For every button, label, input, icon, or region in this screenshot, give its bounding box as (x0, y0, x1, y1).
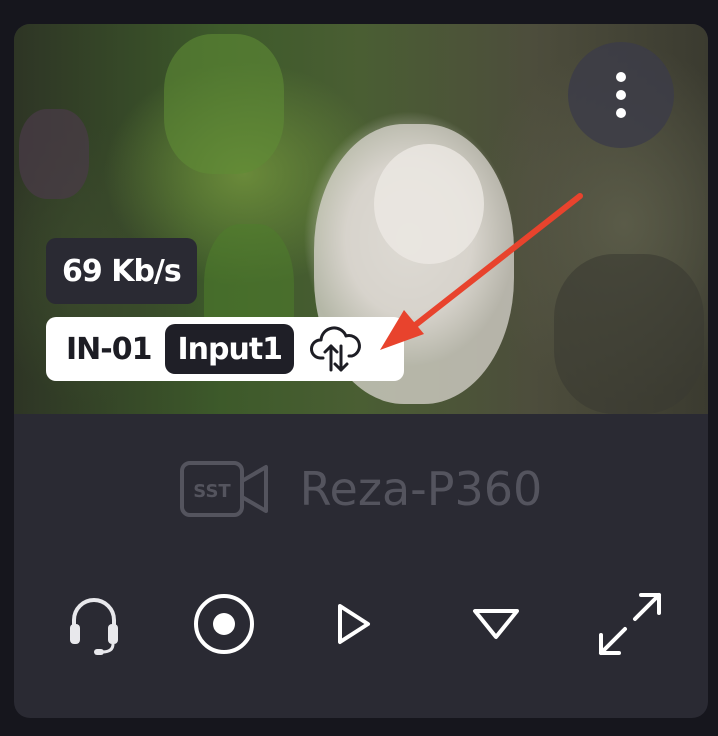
shadow-shape (554, 254, 704, 414)
input-tag: IN-01 Input1 (46, 317, 404, 381)
device-info: SST Reza-P360 (14, 454, 708, 524)
expand-down-button[interactable] (456, 584, 536, 664)
video-thumbnail[interactable]: 69 Kb/s IN-01 Input1 (14, 24, 708, 414)
headset-button[interactable] (54, 584, 134, 664)
tiger-head-shape (374, 144, 484, 264)
device-name: Reza-P360 (299, 462, 543, 516)
control-bar (14, 584, 708, 664)
record-icon (194, 594, 254, 654)
play-icon (338, 604, 370, 644)
triangle-down-icon (473, 609, 519, 639)
play-button[interactable] (314, 584, 394, 664)
cloud-upload-download-icon[interactable] (308, 324, 364, 374)
menu-dot (616, 90, 626, 100)
input-name-badge: Input1 (165, 324, 295, 374)
bitrate-badge: 69 Kb/s (46, 238, 197, 304)
camera-icon: SST (179, 461, 268, 517)
stream-card: 69 Kb/s IN-01 Input1 SST Reza-P360 (14, 24, 708, 718)
record-button[interactable] (184, 584, 264, 664)
more-options-button[interactable] (568, 42, 674, 148)
fullscreen-icon (599, 593, 661, 655)
more-vertical-icon (616, 72, 626, 82)
headset-icon (70, 598, 118, 655)
fullscreen-button[interactable] (590, 584, 670, 664)
foliage-shape (19, 109, 89, 199)
foliage-shape (164, 34, 284, 174)
input-id: IN-01 (66, 331, 152, 367)
device-badge-text: SST (193, 481, 231, 502)
menu-dot (616, 108, 626, 118)
